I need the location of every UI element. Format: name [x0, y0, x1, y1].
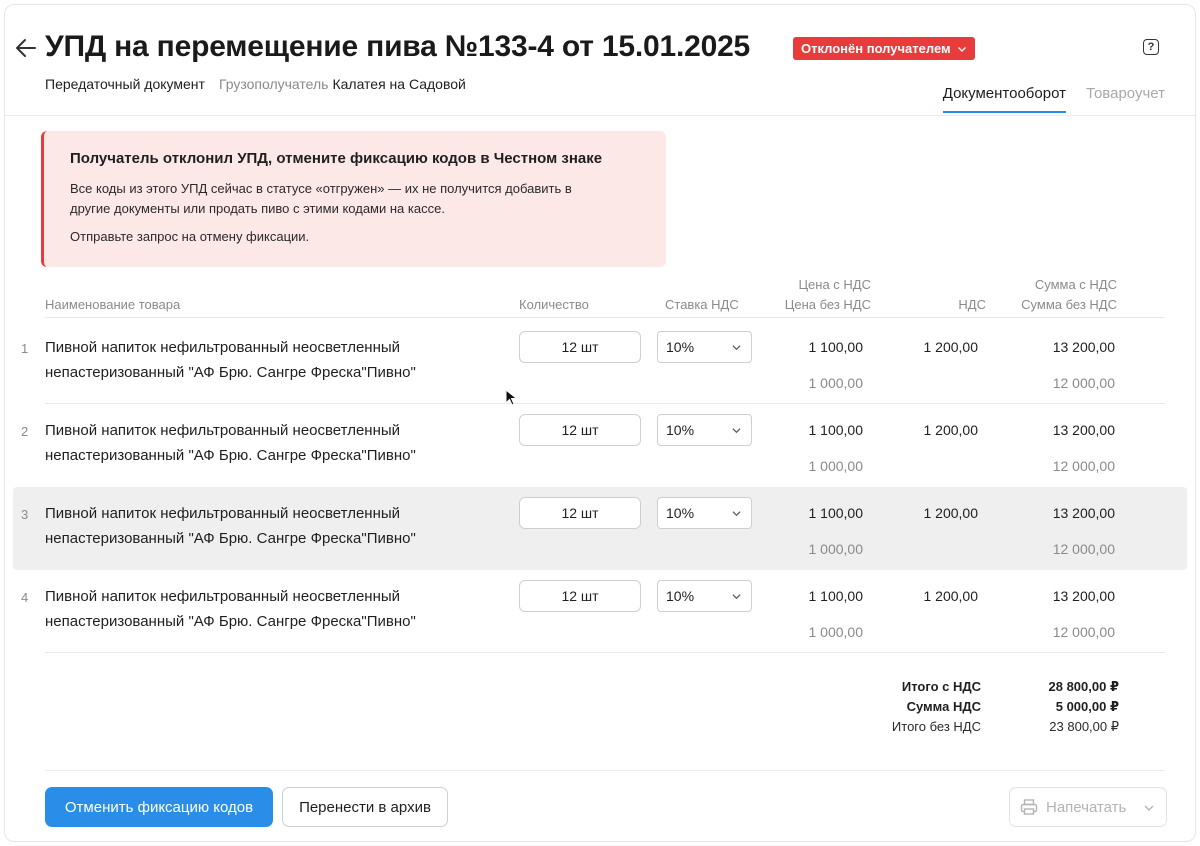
- sum-with-vat: 13 200,00: [1052, 588, 1115, 604]
- chevron-down-icon: [732, 345, 741, 351]
- col-header-price-without-vat: Цена без НДС: [784, 297, 871, 312]
- alert-text: Все коды из этого УПД сейчас в статусе «…: [70, 181, 572, 216]
- sum-without-vat: 12 000,00: [1052, 458, 1115, 474]
- sum-with-vat: 13 200,00: [1052, 339, 1115, 355]
- print-button-label: Напечатать: [1046, 798, 1127, 816]
- consignee-label: Грузополучатель: [218, 76, 329, 92]
- col-header-price-with-vat: Цена с НДС: [798, 277, 871, 292]
- print-button[interactable]: Напечатать: [1009, 787, 1167, 827]
- sum-with-vat: 13 200,00: [1052, 505, 1115, 521]
- table-row[interactable]: 3 Пивной напиток нефильтрованный неосвет…: [13, 487, 1187, 570]
- vat-rate-value: 10%: [666, 339, 695, 355]
- product-name: Пивной напиток нефильтрованный неосветле…: [45, 422, 416, 464]
- table-row[interactable]: 2 Пивной напиток нефильтрованный неосвет…: [13, 404, 1187, 487]
- sum-with-vat: 13 200,00: [1052, 422, 1115, 438]
- total-without-vat-value: 23 800,00 ₽: [1049, 719, 1119, 734]
- chevron-down-icon[interactable]: [1144, 803, 1154, 813]
- vat-sum-label: Сумма НДС: [906, 699, 981, 714]
- printer-icon: [1020, 799, 1038, 815]
- total-with-vat-label: Итого с НДС: [901, 679, 981, 694]
- price-with-vat: 1 100,00: [808, 505, 864, 521]
- vat-rate-select[interactable]: 10%: [657, 497, 752, 529]
- doc-type: Передаточный документ: [45, 76, 205, 92]
- quantity-field[interactable]: 12 шт: [519, 580, 641, 612]
- row-divider: [45, 652, 1165, 653]
- price-without-vat: 1 000,00: [808, 375, 864, 391]
- chevron-down-icon: [957, 46, 966, 52]
- quantity-field[interactable]: 12 шт: [519, 497, 641, 529]
- price-without-vat: 1 000,00: [808, 541, 864, 557]
- cancel-fixation-button[interactable]: Отменить фиксацию кодов: [45, 787, 273, 827]
- row-number: 4: [21, 590, 29, 605]
- vat-amount: 1 200,00: [923, 588, 979, 604]
- chevron-down-icon: [732, 594, 741, 600]
- header-divider: [5, 115, 1195, 116]
- price-without-vat: 1 000,00: [808, 458, 864, 474]
- vat-rate-select[interactable]: 10%: [657, 580, 752, 612]
- quantity-field[interactable]: 12 шт: [519, 331, 641, 363]
- vat-amount: 1 200,00: [923, 505, 979, 521]
- table-row[interactable]: 4 Пивной напиток нефильтрованный неосвет…: [13, 570, 1187, 653]
- back-arrow-icon[interactable]: [13, 35, 39, 61]
- table-row[interactable]: 1 Пивной напиток нефильтрованный неосвет…: [13, 321, 1187, 404]
- alert-title: Получатель отклонил УПД, отмените фиксац…: [70, 150, 603, 167]
- vat-rate-value: 10%: [666, 422, 695, 438]
- vat-rate-value: 10%: [666, 505, 695, 521]
- col-header-sum-with-vat: Сумма с НДС: [1034, 277, 1117, 292]
- price-with-vat: 1 100,00: [808, 339, 864, 355]
- document-meta: Передаточный документ Грузополучатель Кала…: [45, 76, 466, 92]
- table-header-divider: [45, 317, 1165, 318]
- document-window: УПД на перемещение пива №133-4 от 15.01.…: [4, 4, 1196, 842]
- page-title: УПД на перемещение пива №133-4 от 15.01.…: [45, 30, 751, 63]
- chevron-down-icon: [732, 511, 741, 517]
- status-badge[interactable]: Отклонён получателем: [793, 37, 975, 60]
- chevron-down-icon: [732, 428, 741, 434]
- vat-rate-select[interactable]: 10%: [657, 414, 752, 446]
- col-header-vat: НДС: [958, 297, 986, 312]
- col-header-vat-rate: Ставка НДС: [665, 297, 739, 312]
- col-header-qty: Количество: [519, 297, 589, 312]
- alert-instruction: Отправьте запрос на отмену фиксации.: [70, 229, 310, 244]
- mouse-cursor-icon: [505, 389, 518, 406]
- consignee-value: Калатея на Садовой: [332, 76, 466, 92]
- total-without-vat-label: Итого без НДС: [891, 719, 981, 734]
- archive-button[interactable]: Перенести в архив: [282, 787, 448, 827]
- tab-document-flow[interactable]: Документооборот: [942, 85, 1066, 113]
- vat-amount: 1 200,00: [923, 339, 979, 355]
- col-header-name: Наименование товара: [45, 297, 181, 312]
- quantity-field[interactable]: 12 шт: [519, 414, 641, 446]
- row-number: 1: [21, 341, 29, 356]
- status-badge-label: Отклонён получателем: [801, 41, 951, 56]
- rejection-alert: Получатель отклонил УПД, отмените фиксац…: [41, 131, 666, 267]
- total-with-vat-value: 28 800,00 ₽: [1048, 679, 1120, 694]
- product-name: Пивной напиток нефильтрованный неосветле…: [45, 505, 416, 547]
- row-number: 3: [21, 507, 29, 522]
- vat-rate-value: 10%: [666, 588, 695, 604]
- row-number: 2: [21, 424, 29, 439]
- help-icon[interactable]: ?: [1143, 39, 1159, 55]
- tab-inventory[interactable]: Товароучет: [1086, 85, 1165, 113]
- price-without-vat: 1 000,00: [808, 624, 864, 640]
- vat-rate-select[interactable]: 10%: [657, 331, 752, 363]
- vat-amount: 1 200,00: [923, 422, 979, 438]
- product-name: Пивной напиток нефильтрованный неосветле…: [45, 588, 416, 630]
- totals-block: Итого с НДС 28 800,00 ₽ Сумма НДС 5 000,…: [821, 677, 1119, 737]
- price-with-vat: 1 100,00: [808, 588, 864, 604]
- vat-sum-value: 5 000,00 ₽: [1055, 699, 1119, 714]
- product-name: Пивной напиток нефильтрованный неосветле…: [45, 339, 416, 381]
- tabs: Документооборот Товароучет: [942, 85, 1165, 113]
- footer-divider: [45, 770, 1165, 771]
- sum-without-vat: 12 000,00: [1052, 624, 1115, 640]
- price-with-vat: 1 100,00: [808, 422, 864, 438]
- col-header-sum-without-vat: Сумма без НДС: [1021, 297, 1117, 312]
- sum-without-vat: 12 000,00: [1052, 375, 1115, 391]
- sum-without-vat: 12 000,00: [1052, 541, 1115, 557]
